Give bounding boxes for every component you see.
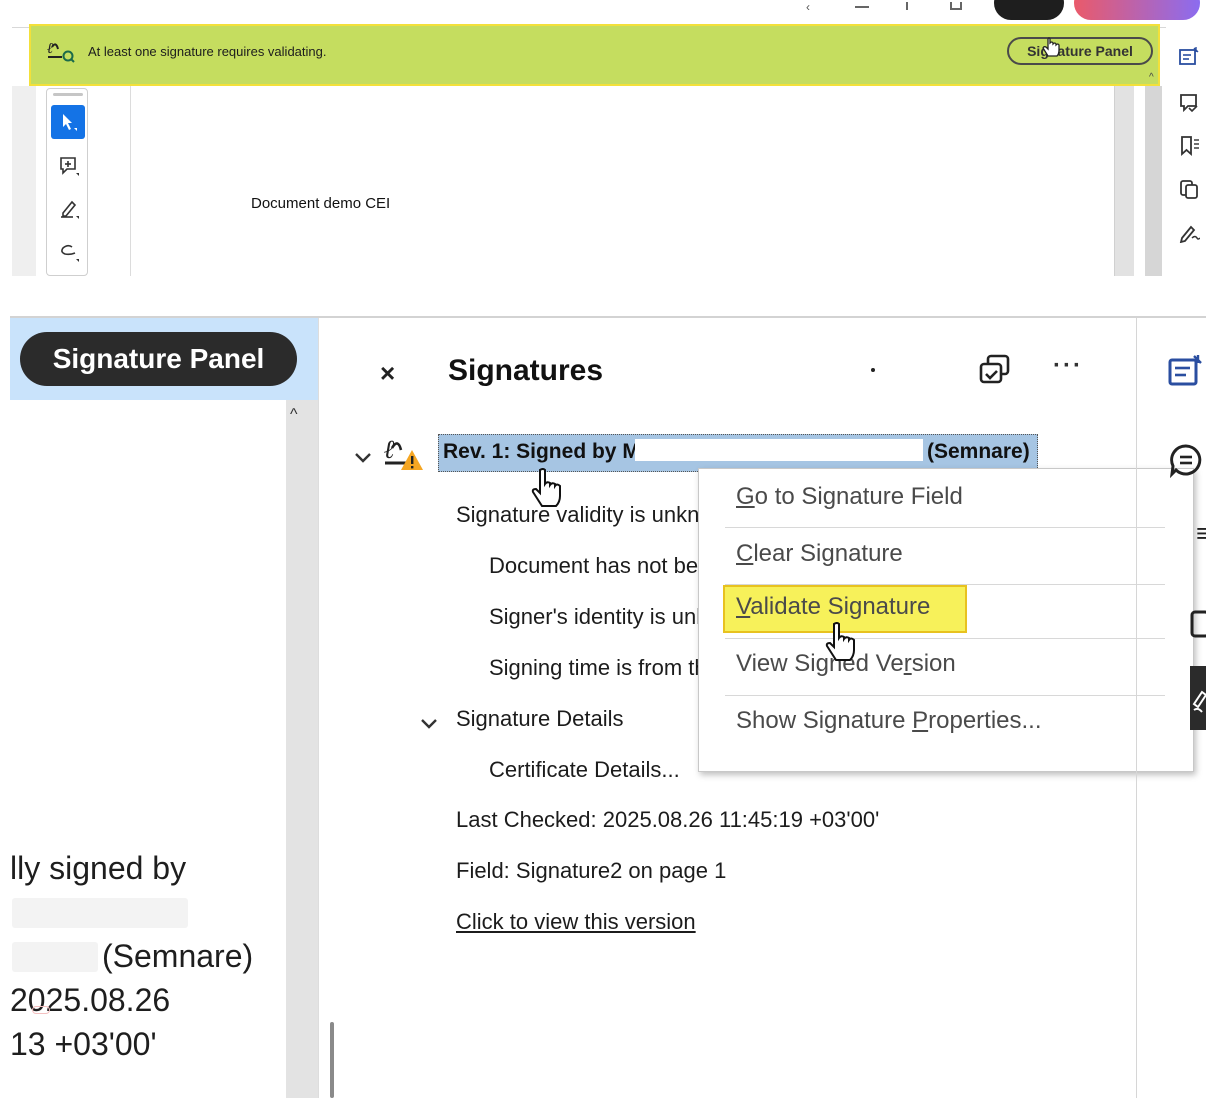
redacted-name [635, 439, 923, 461]
document-text: Document demo CEI [251, 195, 391, 212]
pages-icon[interactable] [1190, 606, 1206, 640]
select-tool[interactable] [51, 105, 85, 139]
signature-pen-icon[interactable] [1178, 221, 1200, 243]
menu-separator [725, 638, 1165, 639]
identity-status[interactable]: Signer's identity is unk [489, 604, 707, 630]
chevron-up-icon[interactable]: ^ [290, 406, 298, 424]
toolbar-gradient-button[interactable] [1074, 0, 1200, 20]
document-scrollbar[interactable] [1114, 86, 1134, 276]
more-options-icon[interactable]: ··· [1053, 352, 1083, 380]
select-arrow-icon [63, 114, 77, 131]
toolbar-glyph-icon: ‹ [806, 0, 810, 14]
signature-panel-button[interactable]: Signature Panel [20, 332, 297, 386]
signature-pen-tab[interactable] [1190, 666, 1206, 730]
signature-appearance-line: 13 +03'00' [10, 1026, 157, 1062]
view-version-link[interactable]: Click to view this version [456, 909, 696, 935]
signing-time-status[interactable]: Signing time is from th [489, 655, 707, 681]
highlight-pen-icon [61, 200, 79, 219]
document-pane: Signature Panel ^ lly signed by (Semnare… [10, 318, 318, 1098]
fill-sign-icon[interactable] [1168, 354, 1204, 388]
panel-scrollbar[interactable] [330, 1022, 334, 1098]
drag-handle[interactable] [53, 93, 83, 96]
signature-pen-icon [1192, 690, 1206, 713]
svg-text:ℓ: ℓ [384, 435, 395, 465]
menu-separator [725, 695, 1165, 696]
add-comment-icon [60, 157, 79, 176]
document-scroll-track[interactable] [1145, 86, 1162, 276]
chevron-down-icon[interactable] [354, 452, 372, 464]
divider [318, 318, 319, 1098]
chevron-down-icon[interactable] [420, 718, 438, 730]
menu-item-label: Show Signature [736, 707, 913, 734]
panel-title: Signatures [448, 354, 604, 387]
menu-item-label: View Signed Ve [736, 650, 904, 677]
chevron-up-icon[interactable]: ^ [1149, 72, 1154, 83]
draw-tool[interactable] [51, 234, 85, 268]
mnemonic: r [903, 650, 912, 677]
quick-tools-strip [46, 88, 88, 276]
hand-cursor-icon [825, 622, 855, 661]
field-location-text[interactable]: Field: Signature2 on page 1 [456, 858, 726, 884]
revision-label: Rev. 1: Signed by M. [443, 440, 646, 463]
menu-separator [725, 527, 1165, 528]
menu-item-clear-signature[interactable]: Clear Signature [736, 540, 903, 568]
top-screenshot: ‹ ℓ At least one signature requires vali… [0, 0, 1206, 276]
close-icon[interactable]: × [380, 358, 395, 389]
signature-warning-banner: ℓ At least one signature requires valida… [29, 24, 1160, 86]
context-menu: Go to Signature Field Clear Signature Va… [698, 468, 1194, 772]
menu-item-validate-signature[interactable]: Validate Signature [736, 593, 930, 621]
mnemonic: V [736, 593, 751, 620]
revision-label-suffix: (Semnare) [927, 440, 1030, 463]
toolbar-divider [906, 2, 908, 10]
lasso-draw-icon [61, 244, 79, 262]
mnemonic: C [736, 540, 754, 567]
certificate-details-link[interactable]: Certificate Details... [489, 757, 680, 783]
signature-panel-button[interactable]: Signature Panel [1007, 37, 1153, 65]
bookmark-icon[interactable]: ≡ [1196, 518, 1206, 549]
signature-warning-icon: ℓ [384, 435, 423, 470]
menu-item-go-to-signature-field[interactable]: Go to Signature Field [736, 483, 963, 511]
stamp-mark [32, 1006, 50, 1014]
menu-item-label: o to Signature Field [754, 483, 963, 510]
last-checked-text: Last Checked: 2025.08.26 11:45:19 +03'00… [456, 807, 880, 832]
modification-status[interactable]: Document has not be [489, 553, 698, 579]
highlight-tool[interactable] [51, 191, 85, 225]
hand-cursor-icon [1042, 37, 1060, 57]
signature-revision-row[interactable]: Rev. 1: Signed by M. (Semnare) [438, 434, 1038, 472]
signature-check-icon: ℓ [47, 39, 75, 63]
signature-appearance-line: (Semnare) [102, 938, 254, 974]
document-scrollbar[interactable] [286, 400, 318, 1098]
banner-message: At least one signature requires validati… [88, 44, 327, 59]
toolbar-box-icon [950, 2, 962, 10]
divider [130, 86, 131, 276]
menu-separator [725, 584, 1165, 585]
pages-icon[interactable] [1178, 178, 1200, 200]
mnemonic: G [736, 483, 755, 510]
toolbar-dark-button[interactable] [994, 0, 1064, 20]
signature-appearance-line: lly signed by [10, 850, 187, 886]
menu-item-label: roperties... [928, 707, 1042, 734]
menu-item-label: lear Signature [753, 540, 903, 567]
validate-all-icon[interactable] [976, 352, 1016, 392]
bookmark-icon[interactable] [1178, 135, 1200, 157]
comment-icon[interactable] [1168, 442, 1206, 478]
fill-sign-icon[interactable] [1178, 46, 1200, 68]
mnemonic: P [912, 707, 929, 734]
redacted-name [12, 898, 188, 928]
menu-item-label: alidate Signature [750, 593, 931, 620]
document-margin [12, 86, 36, 276]
dot-marker [871, 368, 875, 372]
signature-details-node[interactable]: Signature Details [456, 706, 624, 732]
divider [1136, 318, 1137, 1098]
bottom-screenshot: Signature Panel ^ lly signed by (Semnare… [10, 316, 1206, 1098]
toolbar-underline-icon [855, 6, 869, 8]
comment-icon[interactable] [1178, 92, 1200, 114]
redacted-name [12, 942, 98, 972]
menu-item-show-signature-properties[interactable]: Show Signature Properties... [736, 707, 1042, 735]
validity-status[interactable]: Signature validity is unkn [456, 502, 699, 528]
add-comment-tool[interactable] [51, 148, 85, 182]
svg-text:ℓ: ℓ [47, 39, 53, 57]
menu-item-label: sion [911, 650, 956, 677]
